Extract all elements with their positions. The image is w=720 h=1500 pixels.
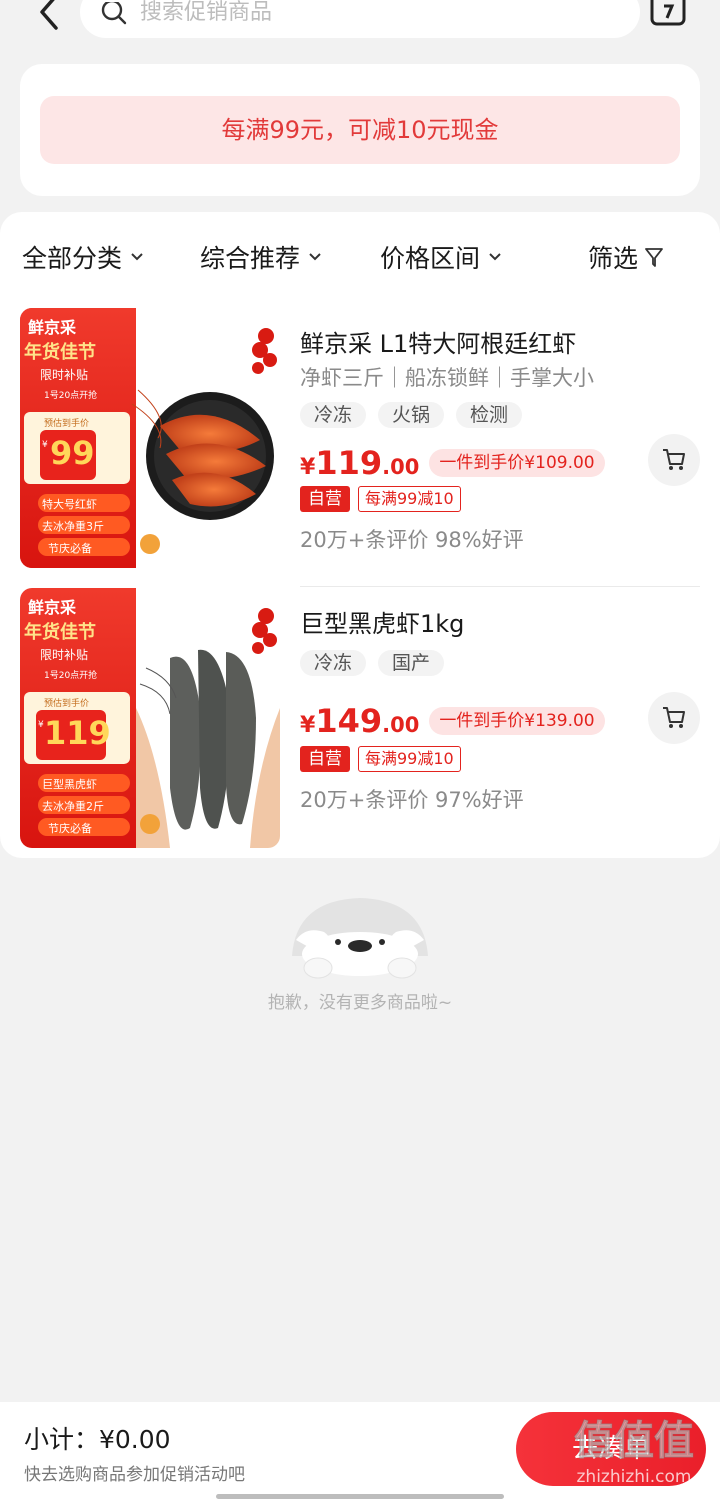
product-info: 鲜京采 L1特大阿根廷红虾 净虾三斤｜船冻锁鲜｜手掌大小 冷冻 火锅 检测 ¥1… (300, 308, 700, 570)
promo-card: 每满99元，可减10元现金 (20, 64, 700, 196)
thumb-line: 去冰净重2斤 (42, 800, 104, 813)
search-icon (101, 2, 127, 25)
subtotal: 小计：¥0.00 (24, 1425, 171, 1454)
product-tag: 火锅 (378, 402, 445, 428)
product-badges: 自营 每满99减10 (300, 746, 461, 772)
price-row: ¥119.00 一件到手价¥109.00 (300, 444, 605, 482)
thumb-est-currency: ¥ (42, 440, 48, 450)
product-tag: 检测 (456, 402, 523, 428)
empty-state-text: 抱歉，没有更多商品啦~ (267, 993, 453, 1013)
filter-label: 价格区间 (380, 244, 481, 273)
product-tag: 冷冻 (300, 402, 367, 428)
product-reviews: 20万+条评价 98%好评 (300, 528, 524, 552)
thumb-start: 1号20点开抢 (44, 671, 98, 681)
product-reviews: 20万+条评价 97%好评 (300, 788, 524, 812)
filter-recommend[interactable]: 综合推荐 (200, 240, 322, 274)
empty-state-dog-icon (292, 898, 428, 979)
product-info: 巨型黑虎虾1kg 冷冻 国产 ¥149.00 一件到手价¥139.00 自营 每… (300, 588, 700, 850)
product-badges: 自营 每满99减10 (300, 486, 461, 512)
thumb-line: 巨型黑虎虾 (42, 778, 97, 791)
promo-badge: 每满99减10 (358, 486, 461, 512)
go-checkout-button[interactable]: 去凑单 (516, 1412, 706, 1486)
chevron-down-icon (309, 253, 321, 261)
chevron-down-icon (489, 253, 501, 261)
product-price: ¥149.00 (300, 702, 420, 740)
thumb-line: 特大号红虾 (42, 498, 97, 511)
thumb-line: 节庆必备 (48, 822, 92, 835)
self-operated-badge: 自营 (300, 746, 350, 772)
add-to-cart-button[interactable] (648, 434, 700, 486)
product-tags: 冷冻 火锅 检测 (300, 402, 523, 428)
product-item[interactable]: 鲜京采 年货佳节 限时补贴 1号20点开抢 预估到手价 ¥ 99 特大号红虾 去… (0, 308, 720, 587)
add-to-cart-button[interactable] (648, 692, 700, 744)
thumb-brand: 鲜京采 (28, 598, 77, 617)
promo-banner: 每满99元，可减10元现金 (40, 96, 680, 164)
product-title[interactable]: 鲜京采 L1特大阿根廷红虾 (300, 324, 576, 359)
product-tag: 冷冻 (300, 650, 367, 676)
thumb-est-label: 预估到手价 (44, 419, 90, 429)
cart-icon (663, 707, 685, 728)
product-thumbnail[interactable]: 鲜京采 年货佳节 限时补贴 1号20点开抢 预估到手价 ¥ 119 巨型黑虎虾 … (20, 588, 280, 848)
search-input[interactable] (140, 0, 600, 30)
home-indicator (216, 1494, 504, 1499)
cart-icon (663, 449, 685, 470)
filter-label: 筛选 (588, 244, 639, 273)
thumb-subsidy: 限时补贴 (40, 648, 89, 662)
product-price: ¥119.00 (300, 444, 420, 482)
final-price-tag: 一件到手价¥109.00 (429, 449, 605, 477)
product-tag: 国产 (378, 650, 445, 676)
thumb-line: 去冰净重3斤 (42, 520, 104, 533)
final-price-tag: 一件到手价¥139.00 (429, 707, 605, 735)
thumb-line: 节庆必备 (48, 542, 92, 555)
thumb-festival: 年货佳节 (24, 342, 96, 363)
thumb-est-price: 119 (44, 714, 111, 752)
top-bar (0, 0, 720, 52)
search-bar[interactable] (80, 0, 640, 38)
thumb-est-price: 99 (50, 434, 95, 472)
bottom-bar: 小计：¥0.00 快去选购商品参加促销活动吧 去凑单 (0, 1402, 720, 1500)
filter-label: 综合推荐 (200, 244, 301, 273)
thumb-brand: 鲜京采 (28, 318, 77, 337)
self-operated-badge: 自营 (300, 486, 350, 512)
price-row: ¥149.00 一件到手价¥139.00 (300, 702, 605, 740)
bottom-hint: 快去选购商品参加促销活动吧 (24, 1465, 245, 1485)
thumb-est-label: 预估到手价 (44, 699, 90, 709)
filter-bar: 全部分类 综合推荐 价格区间 筛选 (0, 212, 720, 300)
filter-label: 全部分类 (22, 244, 123, 273)
cart-top-icon[interactable] (648, 0, 688, 30)
product-tags: 冷冻 国产 (300, 650, 445, 676)
item-divider (300, 586, 700, 587)
filter-screen[interactable]: 筛选 (588, 240, 664, 274)
funnel-icon (645, 248, 663, 267)
filter-all-categories[interactable]: 全部分类 (22, 240, 144, 274)
product-list-card: 全部分类 综合推荐 价格区间 筛选 鲜京采 年货佳节 限时补贴 1号20点开抢 … (0, 212, 720, 858)
product-item[interactable]: 鲜京采 年货佳节 限时补贴 1号20点开抢 预估到手价 ¥ 119 巨型黑虎虾 … (0, 588, 720, 850)
thumb-subsidy: 限时补贴 (40, 368, 89, 382)
product-thumbnail[interactable]: 鲜京采 年货佳节 限时补贴 1号20点开抢 预估到手价 ¥ 99 特大号红虾 去… (20, 308, 280, 568)
back-arrow-icon[interactable] (30, 0, 70, 36)
chevron-down-icon (131, 253, 143, 261)
thumb-start: 1号20点开抢 (44, 391, 98, 401)
thumb-est-currency: ¥ (38, 720, 44, 730)
promo-badge: 每满99减10 (358, 746, 461, 772)
product-title[interactable]: 巨型黑虎虾1kg (300, 604, 464, 639)
product-subtitle: 净虾三斤｜船冻锁鲜｜手掌大小 (300, 366, 594, 390)
thumb-festival: 年货佳节 (24, 622, 96, 643)
filter-price-range[interactable]: 价格区间 (380, 240, 502, 274)
